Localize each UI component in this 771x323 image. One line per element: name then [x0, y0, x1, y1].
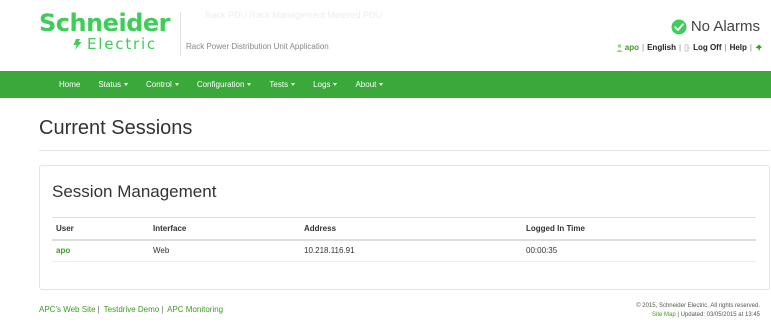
cell-user[interactable]: apo: [52, 239, 149, 262]
logo-wordmark-schneider: Schneider: [39, 9, 170, 37]
life-is-on-icon: [72, 39, 82, 50]
nav-item-control[interactable]: Control: [146, 80, 179, 89]
session-management-panel: Session Management User Interface Addres…: [39, 165, 770, 290]
header-divider: [180, 12, 181, 56]
separator: |: [724, 43, 727, 52]
schneider-electric-logo[interactable]: Schneider Electric: [39, 10, 179, 58]
help-link[interactable]: Help: [730, 43, 747, 52]
logoff-link[interactable]: Log Off: [693, 43, 721, 52]
caret-down-icon: [124, 83, 129, 86]
updated-text: Updated: 03/05/2015 at 13:45: [680, 312, 760, 318]
apc-web-site-link[interactable]: APC's Web Site: [39, 305, 96, 314]
separator: |: [642, 43, 645, 52]
table-row: apo Web 10.218.116.91 00:00:35: [52, 239, 756, 262]
main-nav: Home Status Control Configuration Tests …: [0, 71, 771, 98]
updated-line: Site Map | Updated: 03/05/2015 at 13:45: [652, 312, 760, 318]
cell-interface: Web: [149, 239, 300, 262]
testdrive-demo-link[interactable]: Testdrive Demo: [104, 305, 160, 314]
footer-links: APC's Web Site | Testdrive Demo | APC Moni…: [39, 305, 223, 314]
logoff-icon: [684, 44, 691, 51]
panel-title: Session Management: [52, 182, 217, 201]
separator: |: [97, 305, 100, 314]
column-header-address: Address: [300, 217, 522, 241]
caret-down-icon: [247, 83, 252, 86]
separator: |: [678, 43, 682, 52]
header: Schneider Electric Rack PDU Rack Managem…: [0, 0, 771, 62]
faint-header-title: Rack PDU Rack Management Metered PDU: [205, 10, 383, 20]
caret-down-icon: [291, 83, 296, 86]
copyright-text: © 2015, Schneider Electric. All rights r…: [636, 303, 760, 309]
caret-down-icon: [333, 83, 338, 86]
nav-item-status[interactable]: Status: [98, 80, 129, 89]
separator: |: [161, 305, 164, 314]
pin-icon[interactable]: [755, 44, 763, 52]
user-icon: [616, 43, 623, 52]
app-name: Rack Power Distribution Unit Application: [186, 42, 329, 51]
alarm-status[interactable]: No Alarms: [671, 18, 760, 36]
separator: |: [749, 43, 752, 52]
user-links: apo | English | Log Off | Help |: [616, 43, 763, 52]
nav-item-logs[interactable]: Logs: [313, 80, 338, 89]
nav-item-tests[interactable]: Tests: [269, 80, 296, 89]
check-circle-icon: [671, 19, 687, 35]
sessions-table: User Interface Address Logged In Time ap…: [52, 217, 756, 262]
language-link[interactable]: English: [647, 43, 676, 52]
title-divider: [39, 150, 770, 151]
nav-item-about[interactable]: About: [355, 80, 384, 89]
cell-logged-in-time: 00:00:35: [522, 239, 756, 262]
caret-down-icon: [379, 83, 384, 86]
apc-monitoring-link[interactable]: APC Monitoring: [167, 305, 223, 314]
caret-down-icon: [174, 83, 179, 86]
user-link[interactable]: apo: [56, 246, 70, 255]
user-name-link[interactable]: apo: [625, 43, 639, 52]
alarm-status-text: No Alarms: [690, 18, 760, 35]
column-header-user: User: [52, 217, 149, 241]
page-title: Current Sessions: [39, 117, 193, 139]
cell-address: 10.218.116.91: [300, 239, 522, 262]
column-header-interface: Interface: [149, 217, 300, 241]
nav-item-configuration[interactable]: Configuration: [197, 80, 252, 89]
column-header-logged-in-time: Logged In Time: [522, 217, 756, 241]
logo-wordmark-electric: Electric: [87, 35, 157, 53]
table-header-row: User Interface Address Logged In Time: [52, 217, 756, 241]
site-map-link[interactable]: Site Map: [652, 312, 676, 318]
nav-item-home[interactable]: Home: [59, 80, 80, 89]
